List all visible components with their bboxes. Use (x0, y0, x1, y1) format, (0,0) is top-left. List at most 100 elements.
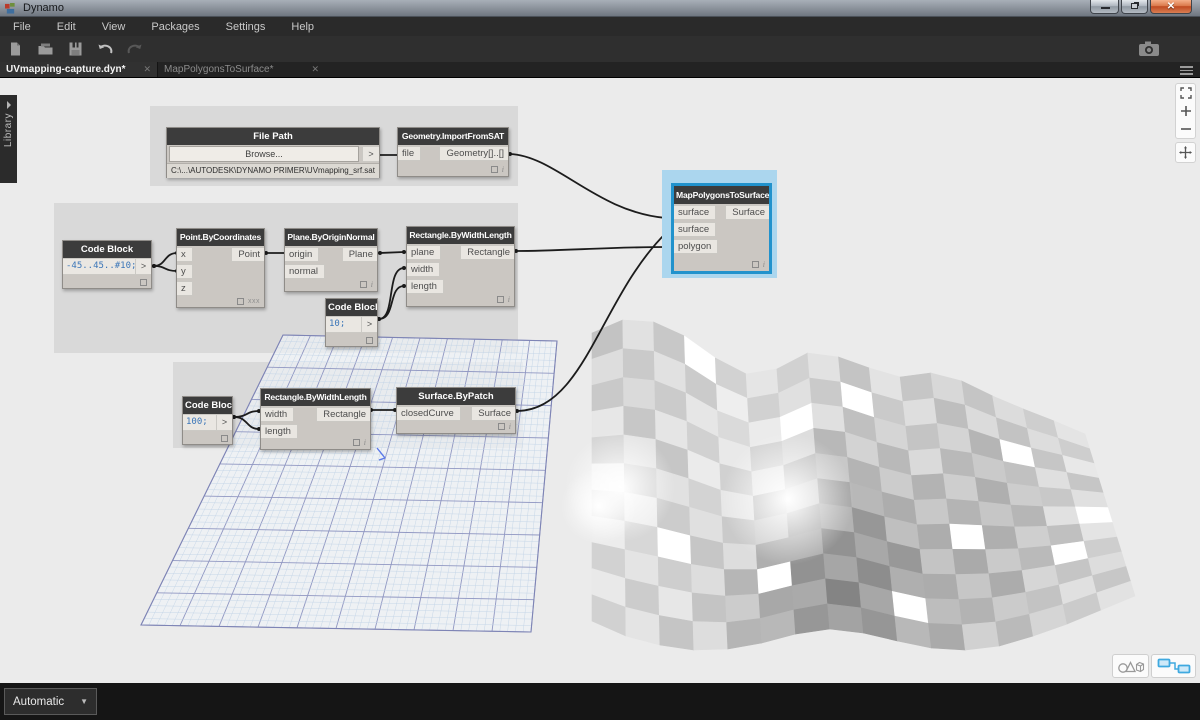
input-port-closedcurve[interactable]: closedCurve (397, 406, 461, 421)
node-title[interactable]: Rectangle.ByWidthLength (407, 227, 514, 244)
output-port[interactable]: > (362, 146, 379, 162)
node-surface-bypatch[interactable]: Surface.ByPatch closedCurve Surface i (396, 387, 516, 434)
output-port[interactable]: > (216, 414, 232, 431)
node-file-path[interactable]: File Path Browse... > C:\...\AUTODESK\DY… (166, 127, 380, 178)
wire-connector[interactable] (509, 153, 667, 219)
output-port-surface[interactable]: Surface (471, 406, 515, 421)
input-port-surface[interactable]: surface (674, 205, 717, 220)
input-port-y[interactable]: y (177, 264, 193, 279)
tab-close-icon[interactable]: ✕ (311, 64, 319, 75)
preview-checkbox-icon[interactable] (140, 279, 147, 286)
menu-view[interactable]: View (102, 21, 126, 33)
preview-checkbox-icon[interactable] (359, 281, 367, 288)
node-plane-byoriginnormal[interactable]: Plane.ByOriginNormal origin Plane normal… (284, 228, 378, 292)
output-port-geometry[interactable]: Geometry[]..[] (439, 146, 508, 161)
zoom-in-button[interactable] (1177, 102, 1194, 120)
node-title[interactable]: File Path (167, 128, 379, 145)
run-mode-dropdown[interactable]: Automatic ▼ (4, 688, 97, 715)
input-port-width[interactable]: width (261, 407, 295, 422)
output-port-surface[interactable]: Surface (725, 205, 769, 220)
input-port-z[interactable]: z (177, 281, 193, 296)
info-icon: i (762, 260, 765, 269)
output-port[interactable]: > (361, 316, 377, 333)
save-button[interactable] (60, 38, 90, 60)
redo-button[interactable] (120, 38, 150, 60)
input-port-surface-2[interactable]: surface (674, 222, 717, 237)
new-file-button[interactable] (0, 38, 30, 60)
node-title[interactable]: Geometry.ImportFromSAT (398, 128, 508, 145)
node-title[interactable]: Point.ByCoordinates (177, 229, 264, 246)
input-port-polygon[interactable]: polygon (674, 239, 719, 254)
menu-packages[interactable]: Packages (151, 21, 199, 33)
output-port-rectangle[interactable]: Rectangle (316, 407, 370, 422)
node-geometry-importfromsat[interactable]: Geometry.ImportFromSAT file Geometry[]..… (397, 127, 509, 177)
browse-button[interactable]: Browse... (169, 146, 359, 162)
node-point-bycoordinates[interactable]: Point.ByCoordinates x Point y z xxx (176, 228, 265, 308)
preview-checkbox-icon[interactable] (237, 298, 244, 305)
status-bar: Automatic ▼ (0, 683, 1200, 720)
restore-icon (1131, 3, 1138, 9)
node-title[interactable]: Surface.ByPatch (397, 388, 515, 405)
node-rectangle-bywidthlength-2[interactable]: Rectangle.ByWidthLength width Rectangle … (260, 388, 371, 450)
node-code-block-100[interactable]: Code Block 100; > (182, 396, 233, 445)
node-mappolygonstosurface[interactable]: MapPolygonsToSurface surface Surface sur… (671, 183, 772, 274)
title-bar: Dynamo ✕ (0, 0, 1200, 17)
pan-button[interactable] (1177, 143, 1194, 161)
wire-connector[interactable] (516, 232, 667, 412)
output-port-plane[interactable]: Plane (341, 247, 377, 262)
restore-button[interactable] (1121, 0, 1148, 14)
dynamo-app-icon (5, 2, 15, 14)
export-screenshot-button[interactable] (1138, 39, 1160, 62)
preview-checkbox-icon[interactable] (366, 337, 373, 344)
code-input[interactable]: -45..45..#10; (63, 258, 135, 275)
tab-uvmapping-capture[interactable]: UVmapping-capture.dyn* ✕ (0, 62, 157, 77)
minimize-button[interactable] (1090, 0, 1119, 14)
zoom-out-button[interactable] (1177, 120, 1194, 138)
zoom-fit-button[interactable] (1177, 84, 1194, 102)
preview-checkbox-icon[interactable] (490, 166, 498, 173)
output-port[interactable]: > (135, 258, 151, 275)
node-title[interactable]: Code Block (183, 397, 232, 414)
preview-checkbox-icon[interactable] (352, 439, 360, 446)
menu-help[interactable]: Help (291, 21, 314, 33)
code-input[interactable]: 10; (326, 316, 361, 333)
node-title[interactable]: Code Block (63, 241, 151, 258)
node-code-block-10[interactable]: Code Block 10; > (325, 298, 378, 347)
input-port-width[interactable]: width (407, 262, 441, 277)
input-port-length[interactable]: length (407, 279, 444, 294)
wire-connector[interactable] (515, 246, 667, 252)
preview-checkbox-icon[interactable] (221, 435, 228, 442)
node-title[interactable]: Plane.ByOriginNormal (285, 229, 377, 246)
output-port-rectangle[interactable]: Rectangle (460, 245, 514, 260)
node-title[interactable]: Code Block (326, 299, 377, 316)
tab-close-icon[interactable]: ✕ (143, 64, 151, 75)
tab-list-menu-icon[interactable] (1180, 66, 1193, 77)
input-port-length[interactable]: length (261, 424, 298, 439)
close-button[interactable]: ✕ (1150, 0, 1192, 14)
graph-view-button[interactable] (1151, 654, 1196, 678)
node-rectangle-bywidthlength[interactable]: Rectangle.ByWidthLength plane Rectangle … (406, 226, 515, 307)
node-title[interactable]: Rectangle.ByWidthLength (261, 389, 370, 406)
output-port-point[interactable]: Point (231, 247, 264, 262)
preview-checkbox-icon[interactable] (751, 261, 759, 268)
input-port-x[interactable]: x (177, 247, 193, 262)
library-panel-tab[interactable]: Library (0, 95, 17, 183)
preview-checkbox-icon[interactable] (497, 423, 505, 430)
menu-settings[interactable]: Settings (226, 21, 266, 33)
undo-icon (98, 44, 113, 54)
menu-file[interactable]: File (13, 21, 31, 33)
node-title[interactable]: MapPolygonsToSurface (674, 186, 769, 204)
node-code-block-range[interactable]: Code Block -45..45..#10; > (62, 240, 152, 289)
tab-mappolygonstosurface[interactable]: MapPolygonsToSurface* ✕ (157, 62, 325, 77)
menu-edit[interactable]: Edit (57, 21, 76, 33)
node-graph-canvas[interactable]: Library File Path Browse... > C:\...\AUT… (0, 78, 1200, 683)
code-input[interactable]: 100; (183, 414, 216, 431)
input-port-origin[interactable]: origin (285, 247, 320, 262)
undo-button[interactable] (90, 38, 120, 60)
preview-checkbox-icon[interactable] (496, 296, 504, 303)
geometry-view-button[interactable] (1112, 654, 1149, 678)
input-port-plane[interactable]: plane (407, 245, 442, 260)
open-file-button[interactable] (30, 38, 60, 60)
input-port-normal[interactable]: normal (285, 264, 326, 279)
input-port-file[interactable]: file (398, 146, 422, 161)
